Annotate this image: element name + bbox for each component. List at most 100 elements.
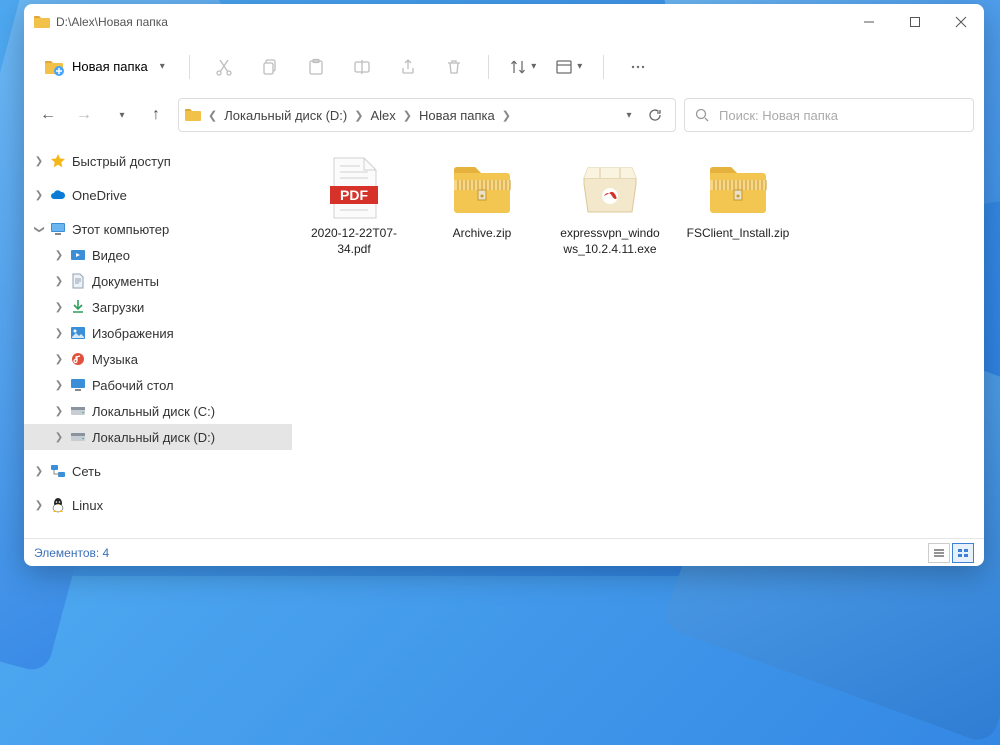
videos-icon (68, 248, 88, 262)
sidebar-item-linux[interactable]: ❯ Linux (24, 492, 292, 518)
file-item[interactable]: FSClient_Install.zip (686, 156, 790, 257)
collapse-icon[interactable]: ❯ (34, 222, 45, 236)
icons-view-button[interactable] (952, 543, 974, 563)
star-icon (48, 153, 68, 169)
sidebar-item-label: Музыка (92, 352, 138, 367)
status-count: Элементов: 4 (34, 546, 109, 560)
share-icon (399, 58, 417, 76)
search-input[interactable] (719, 108, 963, 123)
details-view-button[interactable] (928, 543, 950, 563)
breadcrumb-separator: ❮ (205, 109, 220, 122)
minimize-icon (863, 16, 875, 28)
toolbar-separator (189, 55, 190, 79)
expand-icon[interactable]: ❯ (52, 328, 66, 339)
exe-file-icon (574, 156, 646, 220)
breadcrumb-dropdown[interactable]: ▾ (613, 101, 641, 129)
pictures-icon (68, 326, 88, 340)
expand-icon[interactable]: ❯ (52, 250, 66, 261)
back-button[interactable]: ← (34, 101, 62, 129)
breadcrumb-item[interactable]: Локальный диск (D:) (220, 106, 351, 125)
linux-icon (48, 497, 68, 513)
breadcrumb-item[interactable]: Новая папка (415, 106, 499, 125)
search-box[interactable] (684, 98, 974, 132)
refresh-button[interactable] (641, 101, 669, 129)
sidebar-item-downloads[interactable]: ❯ Загрузки (24, 294, 292, 320)
new-folder-button[interactable]: Новая папка ▾ (34, 54, 175, 80)
sidebar-item-label: OneDrive (72, 188, 127, 203)
forward-button[interactable]: → (70, 101, 98, 129)
minimize-button[interactable] (846, 4, 892, 40)
expand-icon[interactable]: ❯ (52, 354, 66, 365)
expand-icon[interactable]: ❯ (52, 276, 66, 287)
sidebar-item-network[interactable]: ❯ Сеть (24, 458, 292, 484)
sidebar-item-label: Загрузки (92, 300, 144, 315)
rename-button[interactable] (342, 49, 382, 85)
expand-icon[interactable]: ❯ (32, 190, 46, 201)
window-title: D:\Alex\Новая папка (56, 15, 168, 29)
expand-icon[interactable]: ❯ (32, 156, 46, 167)
svg-text:PDF: PDF (340, 187, 368, 203)
new-folder-icon (44, 58, 64, 76)
maximize-icon (909, 16, 921, 28)
up-button[interactable]: ↑ (142, 101, 170, 129)
expand-icon[interactable]: ❯ (52, 380, 66, 391)
downloads-icon (68, 299, 88, 315)
sidebar-item-music[interactable]: ❯ Музыка (24, 346, 292, 372)
pdf-file-icon: PDF (318, 156, 390, 220)
chevron-down-icon: ▾ (119, 110, 124, 121)
file-label: Archive.zip (453, 226, 512, 242)
toolbar: Новая папка ▾ ▾ ▾ (24, 40, 984, 94)
sidebar-item-label: Документы (92, 274, 159, 289)
sort-icon (509, 58, 527, 76)
titlebar-folder-icon (34, 15, 50, 29)
file-item[interactable]: PDF 2020-12-22T07-34.pdf (302, 156, 406, 257)
delete-icon (445, 58, 463, 76)
new-folder-label: Новая папка (72, 59, 148, 74)
expand-icon[interactable]: ❯ (52, 406, 66, 417)
breadcrumb[interactable]: ❮ Локальный диск (D:) ❯ Alex ❯ Новая пап… (178, 98, 676, 132)
breadcrumb-item[interactable]: Alex (366, 106, 399, 125)
paste-button[interactable] (296, 49, 336, 85)
sort-button[interactable]: ▾ (503, 49, 543, 85)
close-icon (955, 16, 967, 28)
delete-button[interactable] (434, 49, 474, 85)
maximize-button[interactable] (892, 4, 938, 40)
rename-icon (353, 58, 371, 76)
recent-button[interactable]: ▾ (106, 101, 134, 129)
expand-icon[interactable]: ❯ (32, 466, 46, 477)
file-item[interactable]: expressvpn_windows_10.2.4.11.exe (558, 156, 662, 257)
sidebar-item-this-pc[interactable]: ❯ Этот компьютер (24, 216, 292, 242)
view-button[interactable]: ▾ (549, 49, 589, 85)
computer-icon (48, 222, 68, 236)
refresh-icon (648, 108, 662, 122)
sidebar-item-disk-c[interactable]: ❯ Локальный диск (C:) (24, 398, 292, 424)
sidebar: ❯ Быстрый доступ ❯ OneDrive ❯ Этот компь… (24, 142, 292, 538)
file-item[interactable]: Archive.zip (430, 156, 534, 257)
toolbar-separator (488, 55, 489, 79)
sidebar-item-onedrive[interactable]: ❯ OneDrive (24, 182, 292, 208)
share-button[interactable] (388, 49, 428, 85)
toolbar-separator (603, 55, 604, 79)
file-list[interactable]: PDF 2020-12-22T07-34.pdf Archive.zip expres… (292, 142, 984, 538)
sidebar-item-videos[interactable]: ❯ Видео (24, 242, 292, 268)
expand-icon[interactable]: ❯ (52, 432, 66, 443)
sidebar-item-documents[interactable]: ❯ Документы (24, 268, 292, 294)
sidebar-item-disk-d[interactable]: ❯ Локальный диск (D:) (24, 424, 292, 450)
sidebar-item-quick-access[interactable]: ❯ Быстрый доступ (24, 148, 292, 174)
sidebar-item-desktop[interactable]: ❯ Рабочий стол (24, 372, 292, 398)
sidebar-item-pictures[interactable]: ❯ Изображения (24, 320, 292, 346)
zip-file-icon (446, 156, 518, 220)
more-button[interactable] (618, 49, 658, 85)
breadcrumb-separator: ❯ (351, 109, 366, 122)
close-button[interactable] (938, 4, 984, 40)
expand-icon[interactable]: ❯ (52, 302, 66, 313)
icons-view-icon (957, 548, 969, 558)
chevron-down-icon: ▾ (160, 61, 165, 72)
copy-button[interactable] (250, 49, 290, 85)
sidebar-item-label: Этот компьютер (72, 222, 169, 237)
explorer-window: D:\Alex\Новая папка Новая папка ▾ (24, 4, 984, 566)
expand-icon[interactable]: ❯ (32, 500, 46, 511)
sidebar-item-label: Локальный диск (C:) (92, 404, 215, 419)
file-label: 2020-12-22T07-34.pdf (302, 226, 406, 257)
cut-button[interactable] (204, 49, 244, 85)
